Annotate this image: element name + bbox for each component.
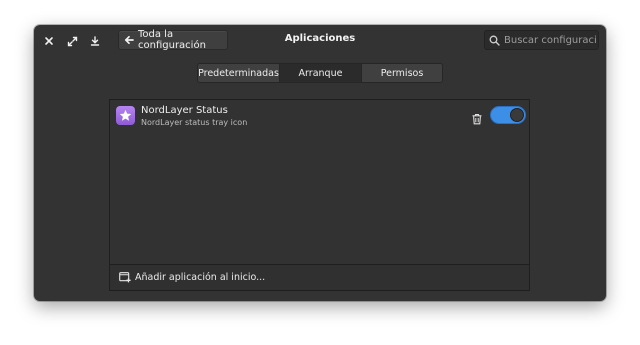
tab-arranque[interactable]: Arranque <box>280 64 362 82</box>
tab-permisos[interactable]: Permisos <box>362 64 442 82</box>
search-field[interactable] <box>484 30 599 50</box>
search-input[interactable] <box>504 34 596 46</box>
star-icon <box>116 106 135 125</box>
app-name: NordLayer Status <box>141 105 228 116</box>
search-icon <box>489 35 500 46</box>
add-window-icon <box>119 272 131 283</box>
startup-apps-panel: NordLayer Status NordLayer status tray i… <box>109 99 530 291</box>
tab-predeterminadas[interactable]: Predeterminadas <box>198 64 280 82</box>
settings-window: Toda la configuración Aplicaciones Prede… <box>34 25 606 301</box>
enable-toggle[interactable] <box>490 106 526 124</box>
header-bar: Toda la configuración Aplicaciones <box>34 25 606 57</box>
add-startup-app-label: Añadir aplicación al inicio... <box>135 272 266 283</box>
list-item[interactable]: NordLayer Status NordLayer status tray i… <box>110 100 529 132</box>
trash-icon[interactable] <box>471 110 483 125</box>
add-startup-app-button[interactable]: Añadir aplicación al inicio... <box>110 264 529 290</box>
view-switcher: Predeterminadas Arranque Permisos <box>197 63 443 83</box>
app-description: NordLayer status tray icon <box>141 118 248 127</box>
toggle-knob <box>510 108 524 122</box>
